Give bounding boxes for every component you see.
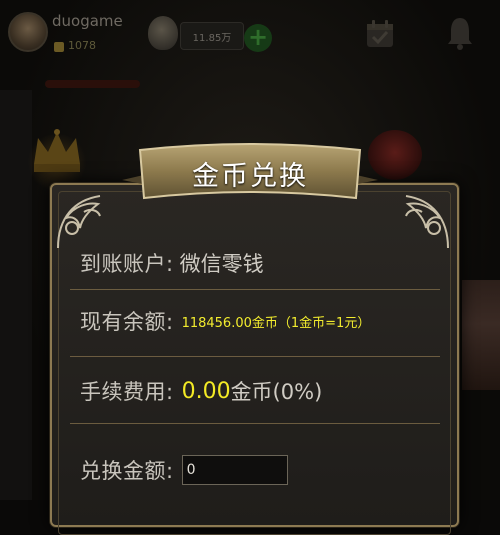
account-value: 微信零钱 <box>179 252 264 276</box>
coin-icon <box>54 42 64 52</box>
divider <box>70 356 440 357</box>
coin-amount: 1078 <box>68 39 96 52</box>
fee-value: 0.00 <box>181 378 231 404</box>
divider <box>70 423 440 424</box>
add-funds-button[interactable]: + <box>244 24 272 52</box>
dialog-title: 金币兑换 <box>192 161 308 192</box>
fee-suffix: 金币(0%) <box>230 380 323 404</box>
bell-icon[interactable] <box>444 14 476 52</box>
username: duogame <box>52 12 123 30</box>
background-decoration <box>45 80 140 88</box>
balance-value: 118456.00金币（1金币=1元） <box>181 315 371 331</box>
balance-label: 现有余额: <box>80 310 174 334</box>
amount-input[interactable] <box>181 455 288 485</box>
title-banner: 金币兑换 <box>118 140 382 208</box>
fee-label: 手续费用: <box>80 380 174 404</box>
amount-row: 兑换金额: <box>80 450 288 490</box>
balance-row: 现有余额: 118456.00金币（1金币=1元） <box>80 301 370 341</box>
fee-row: 手续费用: 0.00 金币(0%) <box>80 371 322 411</box>
scroll-ornament-right <box>405 195 449 249</box>
balance-pill: 11.85万 <box>180 22 244 50</box>
amount-label: 兑换金额: <box>80 459 174 483</box>
character-portrait <box>462 280 500 390</box>
scroll-ornament-left <box>57 195 101 249</box>
divider <box>70 289 440 290</box>
top-bar: duogame 1078 11.85万 + <box>0 0 500 70</box>
calendar-icon[interactable] <box>364 18 396 50</box>
crown-icon <box>34 129 80 172</box>
egg-icon <box>148 16 178 50</box>
user-avatar[interactable] <box>8 12 48 52</box>
